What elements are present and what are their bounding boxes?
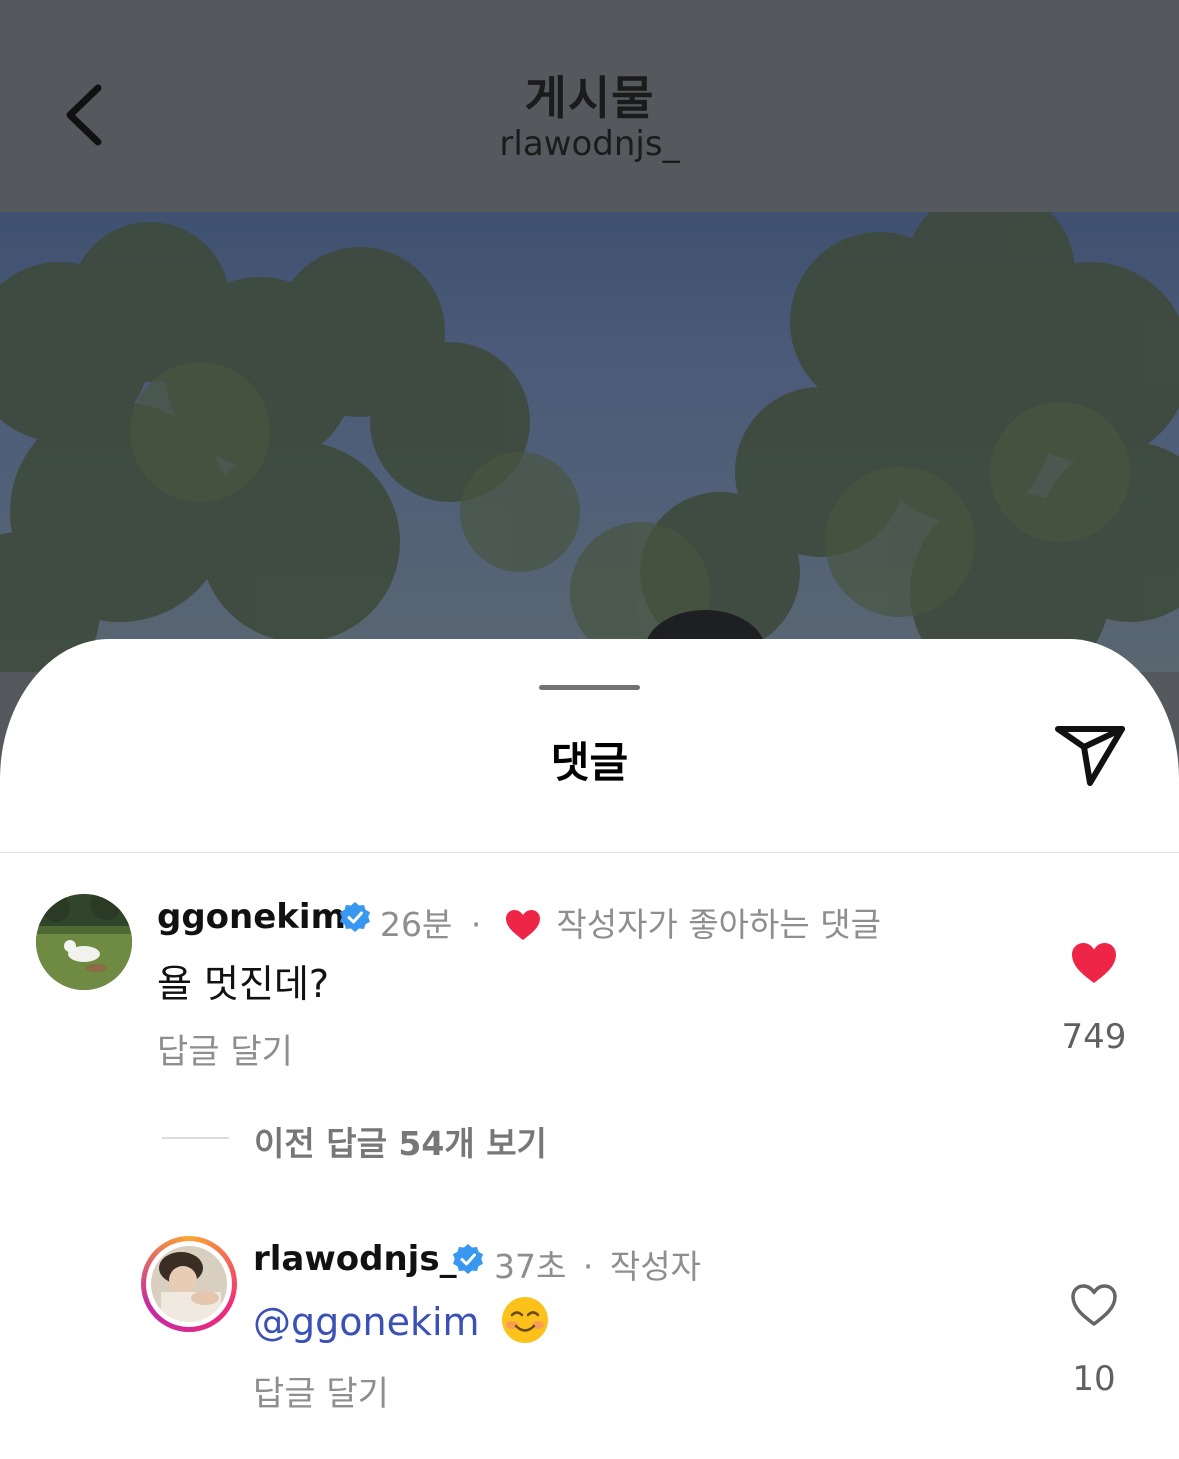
reply-button[interactable]: 답글 달기 [253,1366,389,1415]
reply-button[interactable]: 답글 달기 [157,1024,293,1073]
avatar [151,1246,227,1322]
reply-meta: 37초 · 작성자 [494,1240,701,1288]
avatar[interactable] [36,894,132,990]
author-label: 작성자 [609,1247,701,1286]
replies-line [162,1137,229,1139]
sheet-title: 댓글 [550,738,629,787]
comments-sheet: 댓글 ggonekim 26분 · 작성자가 좋아하는 댓글 욜 멋진데? 답글 [0,639,1179,1459]
verified-badge-icon [340,902,370,932]
like-heart-icon[interactable] [1070,941,1118,985]
comment-meta: 26분 · 작성자가 좋아하는 댓글 [380,898,881,946]
verified-badge-icon [453,1244,483,1274]
comment-text: 욜 멋진데? [157,962,330,1006]
story-ring[interactable] [141,1236,237,1332]
top-bar: 게시물 rlawodnjs_ [0,0,1179,212]
like-count: 749 [1061,1017,1127,1057]
post-image [0,212,1179,672]
reply-time: 37초 [494,1247,567,1286]
drag-handle[interactable] [539,685,640,690]
view-previous-replies[interactable]: 이전 답글 54개 보기 [254,1117,547,1165]
share-button[interactable] [1054,725,1126,789]
meta-dot: · [470,905,482,944]
comment-username[interactable]: ggonekim [157,897,346,937]
sheet-divider [0,852,1179,853]
page-subtitle[interactable]: rlawodnjs_ [0,124,1179,164]
creator-liked-heart-icon [505,910,540,940]
meta-dot: · [582,1247,594,1286]
like-count: 10 [1072,1359,1116,1399]
paper-plane-icon [1055,726,1125,786]
creator-liked-label: 작성자가 좋아하는 댓글 [556,905,881,944]
mention-link[interactable]: @ggonekim [253,1300,480,1344]
smiling-face-emoji [501,1297,548,1343]
reply-text: @ggonekim [253,1295,550,1345]
page-title: 게시물 [524,71,655,125]
comment-time: 26분 [380,905,453,944]
like-heart-outline-icon[interactable] [1070,1283,1118,1327]
reply-username[interactable]: rlawodnjs_ [253,1239,457,1279]
